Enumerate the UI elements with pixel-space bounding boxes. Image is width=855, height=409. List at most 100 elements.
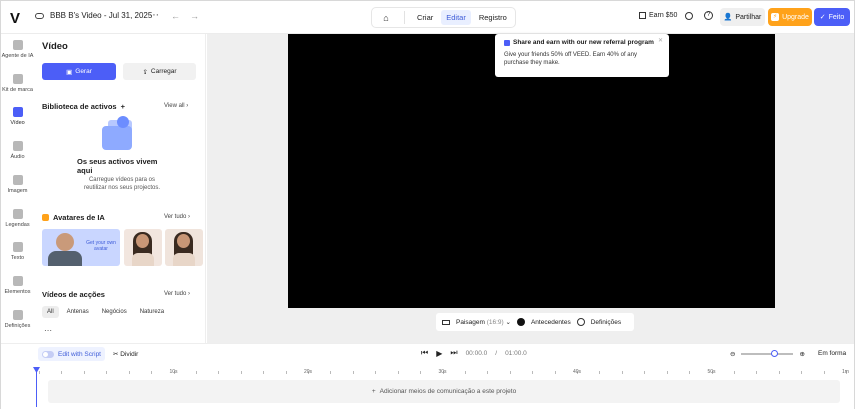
upload-icon: ⇪ [142,68,148,76]
project-title-area[interactable]: BBB B's Video - Jul 31, 2025 [35,11,152,20]
redo-icon[interactable]: → [190,11,199,21]
upgrade-button[interactable]: ⚡ Upgrade [768,8,812,26]
background-color-icon[interactable] [516,318,525,326]
earn-button[interactable]: Earn $50 [639,12,677,19]
generate-button[interactable]: ▣ Gerar [42,63,116,80]
image-icon [12,175,23,185]
rail-item-video[interactable]: Vídeo [1,107,34,126]
rail-label: Áudio [10,154,25,160]
elements-icon [12,276,23,286]
settings-label[interactable]: Definições [591,319,621,326]
search-icon[interactable] [685,12,693,20]
top-bar: V BBB B's Video - Jul 31, 2025 ⋯ ← → ⌂ C… [1,1,854,34]
rail-item-settings[interactable]: Definições [1,310,34,329]
custom-avatar-text: Get your own avatar [86,240,116,252]
chip-negocios[interactable]: Negócios [97,306,132,318]
time-separator: / [495,349,498,357]
undo-icon[interactable]: ← [171,11,180,21]
ruler-label: 1m [842,369,849,375]
zoom-slider-handle[interactable] [770,350,778,357]
folder-front-shape [102,126,132,150]
stock-view-all-link[interactable]: Ver tudo › [164,291,190,297]
chip-all[interactable]: All [42,306,59,318]
add-media-track[interactable]: + Adicionar meios de comunicação a este … [48,380,840,403]
referral-popup[interactable]: Share and earn with our new referral pro… [495,34,669,77]
aspect-label: Paisagem [456,319,485,326]
project-title[interactable]: BBB B's Video - Jul 31, 2025 [50,11,152,20]
aspect-dropdown[interactable]: Paisagem (16:9) ⌄ [456,318,511,326]
rail-label: Legendas [5,222,30,228]
zoom-out-icon[interactable]: ⊖ [730,350,735,358]
ruler-tick [61,371,63,374]
video-icon [12,107,23,117]
skip-back-icon[interactable]: ⏮ [421,348,428,358]
avatar-card[interactable] [165,229,203,266]
background-label[interactable]: Antecedentes [531,319,571,326]
bolt-icon: ⚡ [771,13,780,21]
zoom-in-icon[interactable]: ⊕ [799,350,804,358]
close-icon[interactable]: ✕ [658,37,663,44]
done-button[interactable]: ✓ Feito [814,8,850,26]
avatar-card[interactable] [124,229,162,266]
play-icon[interactable]: ▶ [436,349,442,358]
tab-criar[interactable]: Criar [412,10,438,25]
avatar-body [132,253,154,266]
divide-button[interactable]: ✂ Dividir [113,350,138,358]
ruler-tick [778,371,780,374]
stock-heading: Vídeos de acções [42,290,105,299]
ruler-tick [151,371,153,374]
edit-with-script-toggle[interactable]: Edit with Script [38,347,105,361]
cloud-save-icon [35,12,44,19]
avatar-face [56,233,74,251]
rail-item-text[interactable]: Texto [1,242,34,261]
home-icon[interactable]: ⌂ [375,10,397,25]
toggle-switch[interactable] [42,350,54,358]
timeline-ruler[interactable]: 10s 20s 30s 40s 50s 1m [39,367,849,377]
timeline: Edit with Script ✂ Dividir ⏮ ▶ ⏭ 00:00.0… [1,343,854,409]
rail-item-ai-agent[interactable]: Agente de IA [1,40,34,59]
ruler-tick [195,371,197,374]
rail-label: Definições [4,323,31,329]
settings-icon [12,310,23,320]
chevron-down-icon: ⌄ [505,319,511,326]
gear-icon[interactable] [576,318,585,326]
zoom-slider[interactable] [741,350,794,357]
rail-item-subtitles[interactable]: Legendas [1,209,34,228]
earn-label: Earn $50 [649,12,678,19]
avatar-face [177,234,190,248]
fit-button[interactable]: Em forma [818,350,846,357]
more-chips-icon[interactable]: ⋯ [44,326,52,335]
veed-logo[interactable]: V [10,10,20,27]
rail-item-audio[interactable]: Áudio [1,141,34,160]
library-view-all-link[interactable]: View all › [164,103,188,109]
help-icon[interactable]: ? [704,11,713,20]
ruler-label: 30s [438,369,447,375]
stock-category-chips: All Antenas Negócios Natureza [42,306,169,318]
chip-natureza[interactable]: Natureza [135,306,169,318]
custom-avatar-card[interactable]: Get your own avatar [42,229,120,266]
rail-item-brand-kit[interactable]: Kit de marca [1,74,34,93]
empty-assets-title: Os seus activos vivem aqui [77,157,158,175]
ruler-tick [621,371,623,374]
skip-forward-icon[interactable]: ⏭ [450,348,457,358]
add-asset-icon[interactable]: + [121,102,125,111]
playhead[interactable] [36,367,37,407]
rail-label: Texto [10,255,25,261]
rail-item-elements[interactable]: Elementos [1,276,34,295]
chip-antenas[interactable]: Antenas [62,306,94,318]
share-button[interactable]: 👤 Partilhar [720,8,765,26]
mode-tabs: ⌂ Criar Editar Registro [371,7,516,28]
done-label: Feito [828,13,845,21]
ruler-tick [128,371,130,374]
ruler-tick [801,371,803,374]
avatars-view-all-link[interactable]: Ver tudo › [164,214,190,220]
rail-item-image[interactable]: Imagem [1,175,34,194]
more-options-icon[interactable]: ⋯ [149,10,159,21]
avatar-face [136,234,149,248]
library-heading-text: Biblioteca de activos [42,102,117,111]
tab-registro[interactable]: Registro [474,10,512,25]
tab-editar[interactable]: Editar [441,10,471,25]
upload-button[interactable]: ⇪ Carregar [123,63,196,80]
aspect-ratio-icon [442,319,450,325]
ruler-tick [464,371,466,374]
